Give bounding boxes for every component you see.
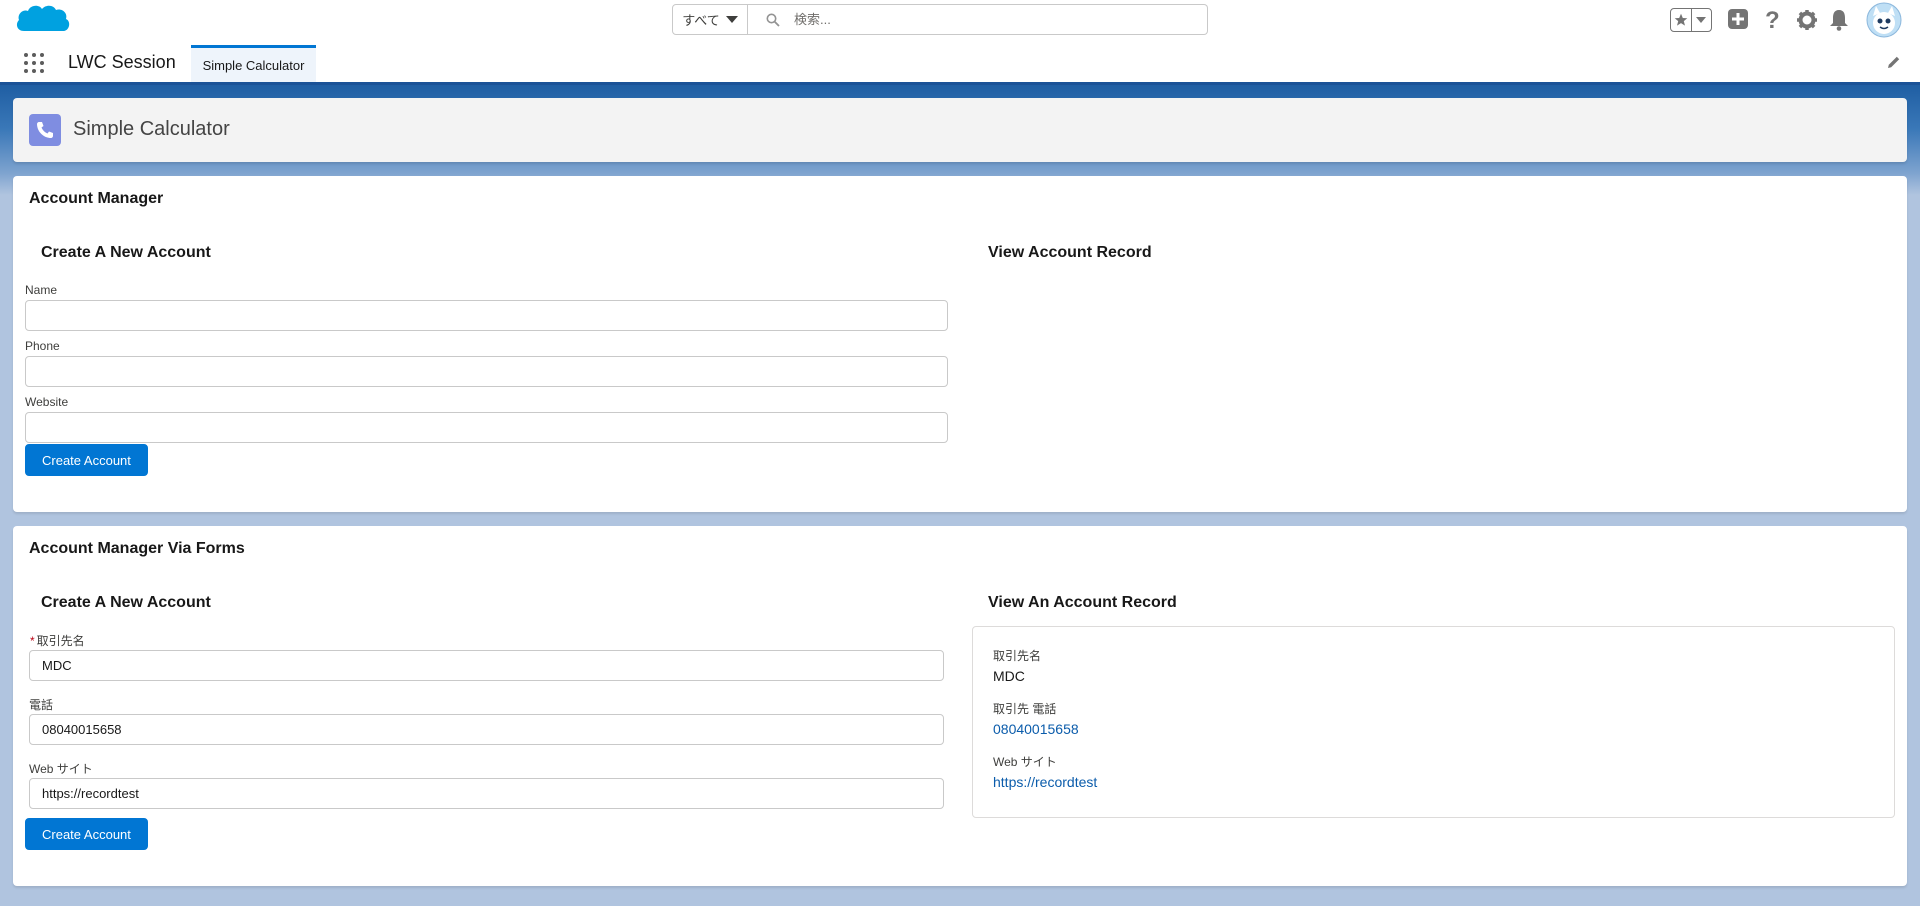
app-launcher-icon[interactable]	[24, 53, 44, 73]
phone-label: Phone	[25, 339, 60, 353]
tab-label: Simple Calculator	[202, 57, 305, 73]
name-label: Name	[25, 283, 58, 297]
view-account-heading: View An Account Record	[988, 594, 1177, 611]
star-icon[interactable]	[1671, 9, 1691, 31]
chevron-down-icon[interactable]	[1690, 9, 1712, 31]
help-icon[interactable]: ?	[1765, 7, 1780, 35]
account-name-label: * 取引先名	[30, 634, 85, 648]
record-name-label: 取引先名	[993, 649, 1042, 663]
search-icon	[766, 13, 780, 27]
search-input[interactable]	[792, 11, 1196, 28]
global-search: すべて	[672, 4, 1208, 35]
create-account-button[interactable]: Create Account	[25, 444, 148, 476]
app-name: LWC Session	[68, 52, 176, 72]
website-field[interactable]	[29, 778, 944, 809]
required-indicator: *	[30, 634, 35, 648]
favorites-button[interactable]	[1670, 8, 1712, 32]
phone-field[interactable]	[29, 714, 944, 745]
gear-icon[interactable]	[1796, 9, 1818, 34]
card-title: Account Manager	[29, 190, 164, 207]
account-name-field[interactable]	[29, 650, 944, 681]
add-icon[interactable]	[1727, 8, 1749, 33]
search-box[interactable]	[748, 4, 1208, 35]
avatar[interactable]	[1866, 2, 1902, 41]
phone-label: 電話	[29, 698, 54, 712]
record-phone-link[interactable]: 08040015658	[993, 721, 1079, 737]
create-account-heading: Create A New Account	[41, 244, 211, 261]
record-phone-label: 取引先 電話	[993, 702, 1057, 716]
website-label: Website	[25, 395, 69, 409]
card-title: Account Manager Via Forms	[29, 540, 245, 557]
phone-icon	[29, 114, 61, 146]
account-manager-card: Account Manager Create A New Account Nam…	[13, 176, 1907, 512]
name-field[interactable]	[25, 300, 948, 331]
phone-field[interactable]	[25, 356, 948, 387]
page-header: Simple Calculator	[13, 98, 1907, 162]
record-website-link[interactable]: https://recordtest	[993, 774, 1097, 790]
tab-simple-calculator[interactable]: Simple Calculator	[191, 45, 316, 82]
account-record-view: 取引先名 MDC 取引先 電話 08040015658 Web サイト http…	[972, 626, 1895, 818]
chevron-down-icon	[725, 16, 738, 23]
record-website-label: Web サイト	[993, 755, 1057, 769]
search-scope-dropdown[interactable]: すべて	[672, 4, 748, 35]
app-nav-bar: LWC Session Simple Calculator	[0, 42, 1920, 85]
salesforce-logo[interactable]	[14, 0, 76, 42]
account-manager-forms-card: Account Manager Via Forms Create A New A…	[13, 526, 1907, 886]
record-name-value: MDC	[993, 668, 1025, 684]
edit-nav-icon[interactable]	[1887, 55, 1901, 72]
global-header: すべて ?	[0, 0, 1920, 42]
website-field[interactable]	[25, 412, 948, 443]
page-title: Simple Calculator	[73, 118, 230, 140]
search-scope-label: すべて	[682, 13, 720, 28]
bell-icon[interactable]	[1829, 9, 1849, 34]
website-label: Web サイト	[29, 762, 93, 776]
create-account-button[interactable]: Create Account	[25, 818, 148, 850]
create-account-heading: Create A New Account	[41, 594, 211, 611]
view-account-heading: View Account Record	[988, 244, 1152, 261]
